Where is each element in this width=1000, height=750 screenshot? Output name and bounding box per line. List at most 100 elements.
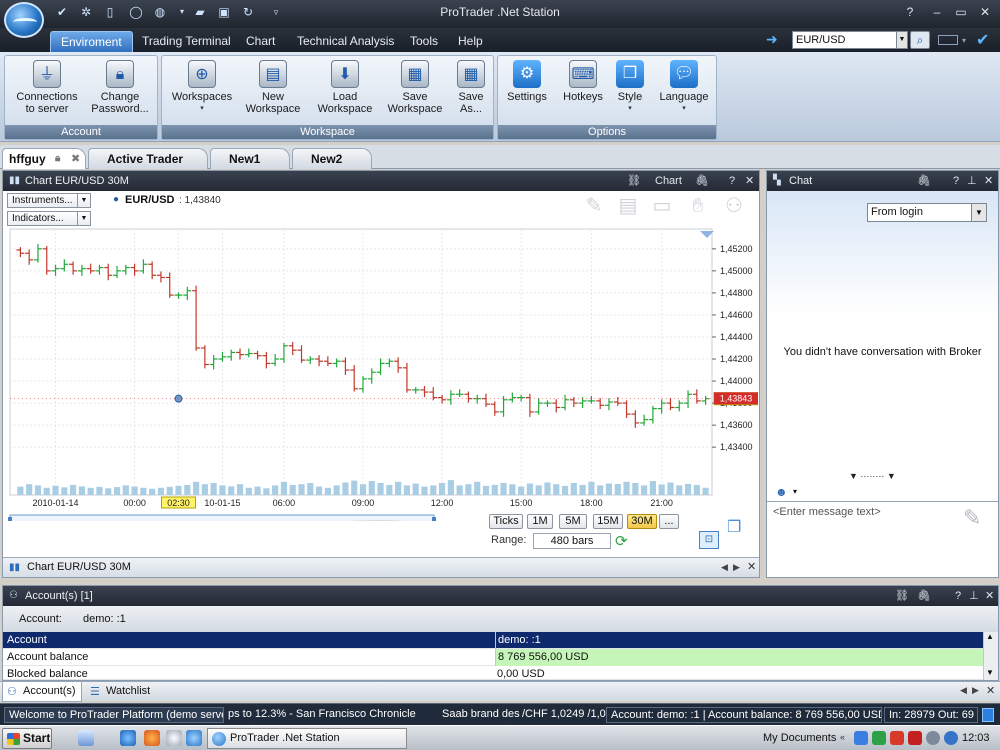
- scroll-right-icon[interactable]: ▶: [972, 685, 979, 696]
- change-password-button[interactable]: 🔒︎ Change Password...: [85, 56, 155, 126]
- pin-icon[interactable]: ⊥: [967, 171, 977, 191]
- symbol-dropdown-button[interactable]: ▼: [896, 31, 908, 49]
- close-icon[interactable]: ✕: [985, 586, 994, 606]
- app-quicklaunch-icon[interactable]: [166, 730, 182, 746]
- splitter-handle-icon[interactable]: ▼ ········ ▼: [849, 471, 896, 481]
- apply-check-icon[interactable]: ✔: [976, 30, 989, 50]
- attach-icon[interactable]: 🖇︎: [917, 171, 931, 191]
- chevron-down-icon[interactable]: ▾: [962, 36, 966, 45]
- calendar-clock-icon[interactable]: ▤: [615, 193, 641, 219]
- tab-trading-terminal[interactable]: Trading Terminal: [132, 31, 241, 52]
- scroll-left-icon[interactable]: ◀: [721, 558, 728, 577]
- pencil-icon[interactable]: ✎: [963, 505, 981, 531]
- minimize-button[interactable]: –: [928, 4, 946, 20]
- circle-icon[interactable]: ◯: [128, 4, 144, 20]
- tab-new1[interactable]: New1: [210, 148, 290, 169]
- tray-clock-icon[interactable]: [926, 731, 940, 745]
- attach-icon[interactable]: 🖇︎: [917, 586, 931, 606]
- tab-tools[interactable]: Tools: [400, 31, 448, 52]
- help-icon[interactable]: ?: [955, 586, 961, 606]
- close-icon[interactable]: ✕: [747, 558, 756, 577]
- close-icon[interactable]: ✕: [984, 171, 993, 191]
- scroll-left-icon[interactable]: ◀: [960, 685, 967, 696]
- document-icon[interactable]: ▯: [102, 4, 118, 20]
- folder-icon[interactable]: ▰: [192, 4, 208, 20]
- hotkeys-button[interactable]: ⌨ Hotkeys: [556, 56, 610, 126]
- tray-security-icon[interactable]: [872, 731, 886, 745]
- symbol-input[interactable]: EUR/USD: [792, 31, 898, 49]
- help-button[interactable]: ?: [901, 4, 919, 20]
- monitor-icon[interactable]: ▭: [649, 193, 675, 219]
- instruments-combo[interactable]: Instruments... ▼: [7, 193, 91, 208]
- style-button[interactable]: ❒ Style ▾: [610, 56, 650, 126]
- help-icon[interactable]: ?: [729, 171, 735, 191]
- tab-accounts[interactable]: ⚇ Account(s): [2, 682, 82, 702]
- timeframe-30m[interactable]: 30M: [627, 514, 657, 529]
- tray-chart-icon[interactable]: [908, 731, 922, 745]
- windows-stack-icon[interactable]: ❐: [727, 517, 753, 539]
- range-input[interactable]: 480 bars: [533, 533, 611, 549]
- globe-icon[interactable]: ◍: [152, 4, 168, 20]
- ie-icon[interactable]: [120, 730, 136, 746]
- language-button[interactable]: 💬︎ Language ▾: [654, 56, 714, 126]
- tray-info-icon[interactable]: [944, 731, 958, 745]
- timeframe-1m[interactable]: 1M: [527, 514, 553, 529]
- protrader-quicklaunch-icon[interactable]: [186, 730, 202, 746]
- timeframe-5m[interactable]: 5M: [559, 514, 587, 529]
- start-button[interactable]: Start: [2, 728, 52, 749]
- help-icon[interactable]: ?: [953, 171, 959, 191]
- close-icon[interactable]: ✖: [71, 149, 80, 169]
- tab-watchlist[interactable]: ☰ Watchlist: [86, 682, 166, 702]
- save-as-button[interactable]: ▦ Save As...: [450, 56, 492, 126]
- status-news-2[interactable]: Saab brand des: [438, 707, 520, 723]
- smiley-icon[interactable]: ☻: [775, 485, 788, 499]
- customize-icon[interactable]: ▿: [268, 4, 284, 20]
- app-logo-icon[interactable]: [4, 2, 44, 38]
- table-row[interactable]: Account balance 8 769 556,00 USD: [3, 649, 983, 666]
- close-icon[interactable]: ✕: [986, 684, 995, 697]
- show-desktop-icon[interactable]: [78, 730, 94, 746]
- pin-icon[interactable]: ⊥: [969, 586, 979, 606]
- chevron-down-icon[interactable]: ▾: [793, 487, 797, 496]
- link-icon[interactable]: ⛓: [627, 171, 641, 191]
- timeframe-ticks[interactable]: Ticks: [489, 514, 523, 529]
- connections-button[interactable]: ⏚ Connections to server: [9, 56, 85, 126]
- tab-active-trader[interactable]: Active Trader: [88, 148, 208, 169]
- tab-help[interactable]: Help: [448, 31, 493, 52]
- scroll-right-icon[interactable]: ▶: [733, 558, 740, 577]
- status-news-1[interactable]: ps to 12.3% - San Francisco Chronicle: [224, 707, 436, 723]
- fit-chart-icon[interactable]: ⊡: [699, 531, 719, 549]
- tray-network-icon[interactable]: [854, 731, 868, 745]
- timeframe-15m[interactable]: 15M: [593, 514, 623, 529]
- tray-chevron-icon[interactable]: «: [840, 732, 845, 742]
- load-workspace-button[interactable]: ⬇ Load Workspace: [310, 56, 380, 126]
- attach-icon[interactable]: 🖇︎: [695, 171, 709, 191]
- minimize-ribbon-icon[interactable]: [938, 35, 958, 45]
- tab-hffguy[interactable]: hffguy 🔒︎ ✖: [2, 148, 86, 169]
- price-chart[interactable]: 1,45200 1,45000 1,44800 1,44600 1,44400 1,442…: [6, 227, 758, 521]
- dropdown-icon[interactable]: ▾: [174, 4, 190, 20]
- workspaces-button[interactable]: ⊕ Workspaces ▾: [166, 56, 238, 126]
- tab-enviroment[interactable]: Enviroment: [50, 31, 133, 52]
- chart-footer-tab[interactable]: ▮▮ Chart EUR/USD 30M ◀ ▶ ✕: [3, 557, 759, 577]
- pencil-icon[interactable]: ✎: [581, 193, 607, 219]
- tray-my-documents[interactable]: My Documents: [763, 726, 836, 750]
- scroll-up-icon[interactable]: ▲: [986, 632, 994, 641]
- scroll-down-icon[interactable]: ▼: [986, 668, 994, 677]
- taskbar-item-protrader[interactable]: ProTrader .Net Station: [207, 728, 407, 749]
- settings-button[interactable]: ⚙ Settings: [502, 56, 552, 126]
- lock-icon[interactable]: 🔒︎: [55, 149, 60, 169]
- tab-chart[interactable]: Chart: [236, 31, 285, 52]
- refresh-icon[interactable]: ↻: [240, 4, 256, 20]
- save-workspace-button[interactable]: ▦ Save Workspace: [380, 56, 450, 126]
- timeframe-more[interactable]: ...: [659, 514, 679, 529]
- window-icon[interactable]: ▣: [216, 4, 232, 20]
- close-button[interactable]: ✕: [976, 4, 994, 20]
- tray-antivirus-icon[interactable]: [890, 731, 904, 745]
- chat-recipient-select[interactable]: From login ▼: [867, 203, 987, 222]
- gear-icon[interactable]: ✲: [78, 4, 94, 20]
- tab-new2[interactable]: New2: [292, 148, 372, 169]
- indicators-combo[interactable]: Indicators... ▼: [7, 211, 91, 226]
- handshake-icon[interactable]: ⚇: [721, 193, 747, 219]
- hand-icon[interactable]: ✋︎: [685, 193, 711, 219]
